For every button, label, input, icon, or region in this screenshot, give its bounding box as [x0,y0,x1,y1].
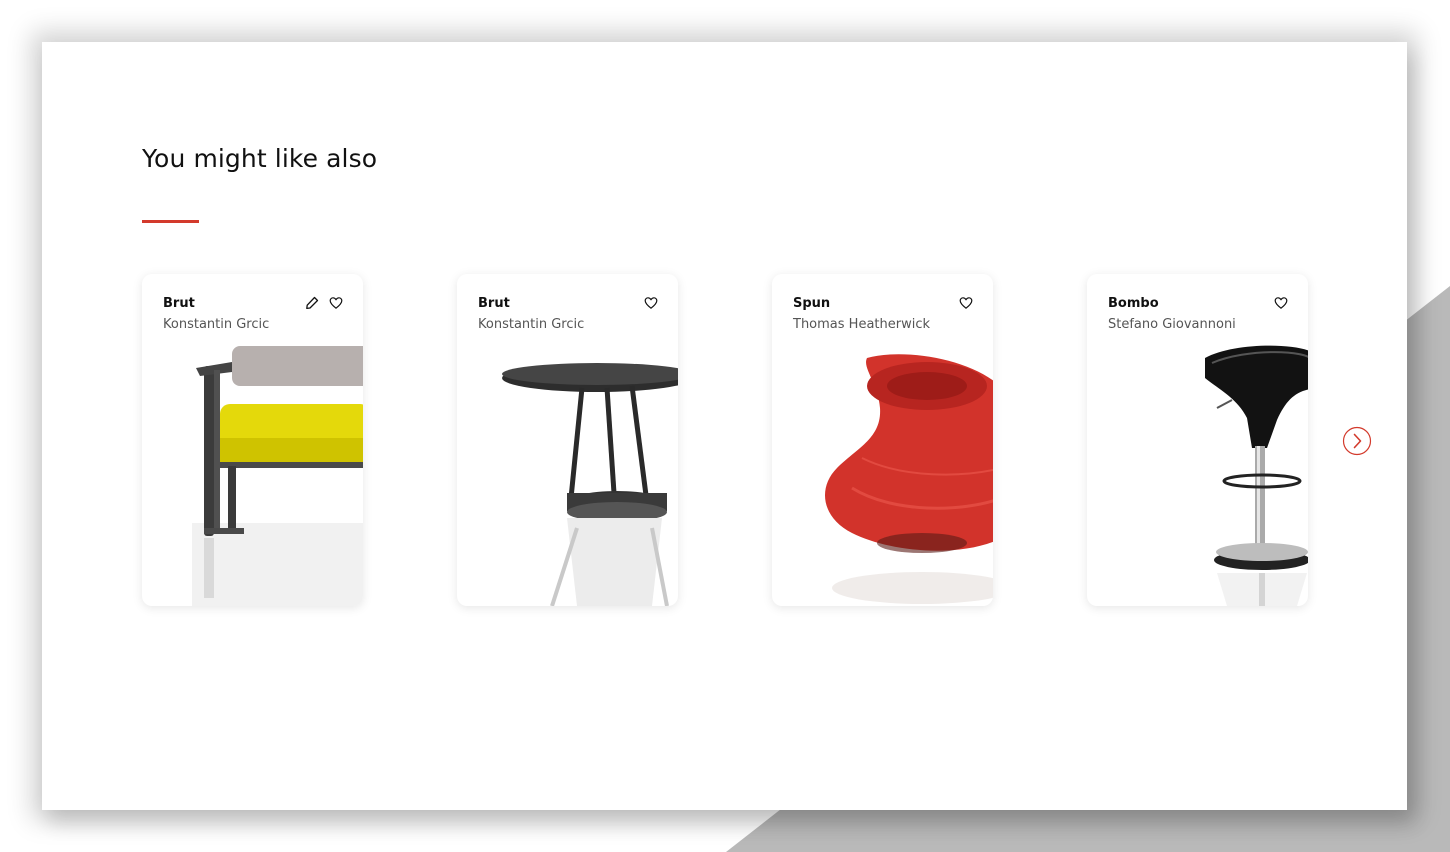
product-designer: Thomas Heatherwick [793,317,931,332]
lounge-chair-image [192,346,363,606]
product-card[interactable]: Brut Konstantin Grcic [142,274,363,606]
chevron-right-icon[interactable] [1342,426,1372,456]
product-designer: Stefano Giovannoni [1108,317,1236,332]
card-actions [1274,296,1288,310]
card-actions [305,296,343,310]
bar-stool-image [1205,345,1308,606]
product-card[interactable]: Brut Konstantin Grcic [457,274,678,606]
product-name: Bombo [1108,296,1159,311]
section-title: You might like also [142,144,378,173]
card-actions [644,296,658,310]
product-designer: Konstantin Grcic [478,317,585,332]
product-name: Brut [478,296,510,311]
heart-icon[interactable] [329,296,343,310]
title-underline [142,220,199,223]
page-background: You might like also Brut Konstantin Grci… [0,0,1450,852]
card-actions [959,296,973,310]
heart-icon[interactable] [1274,296,1288,310]
spun-chair-image [825,354,993,604]
recommendations-panel: You might like also Brut Konstantin Grci… [42,42,1407,810]
round-table-image [502,363,678,606]
product-card[interactable]: Spun Thomas Heatherwick [772,274,993,606]
product-name: Spun [793,296,831,311]
product-designer: Konstantin Grcic [163,317,270,332]
edit-icon[interactable] [305,296,319,310]
product-card[interactable]: Bombo Stefano Giovannoni [1087,274,1308,606]
heart-icon[interactable] [644,296,658,310]
heart-icon[interactable] [959,296,973,310]
product-name: Brut [163,296,195,311]
